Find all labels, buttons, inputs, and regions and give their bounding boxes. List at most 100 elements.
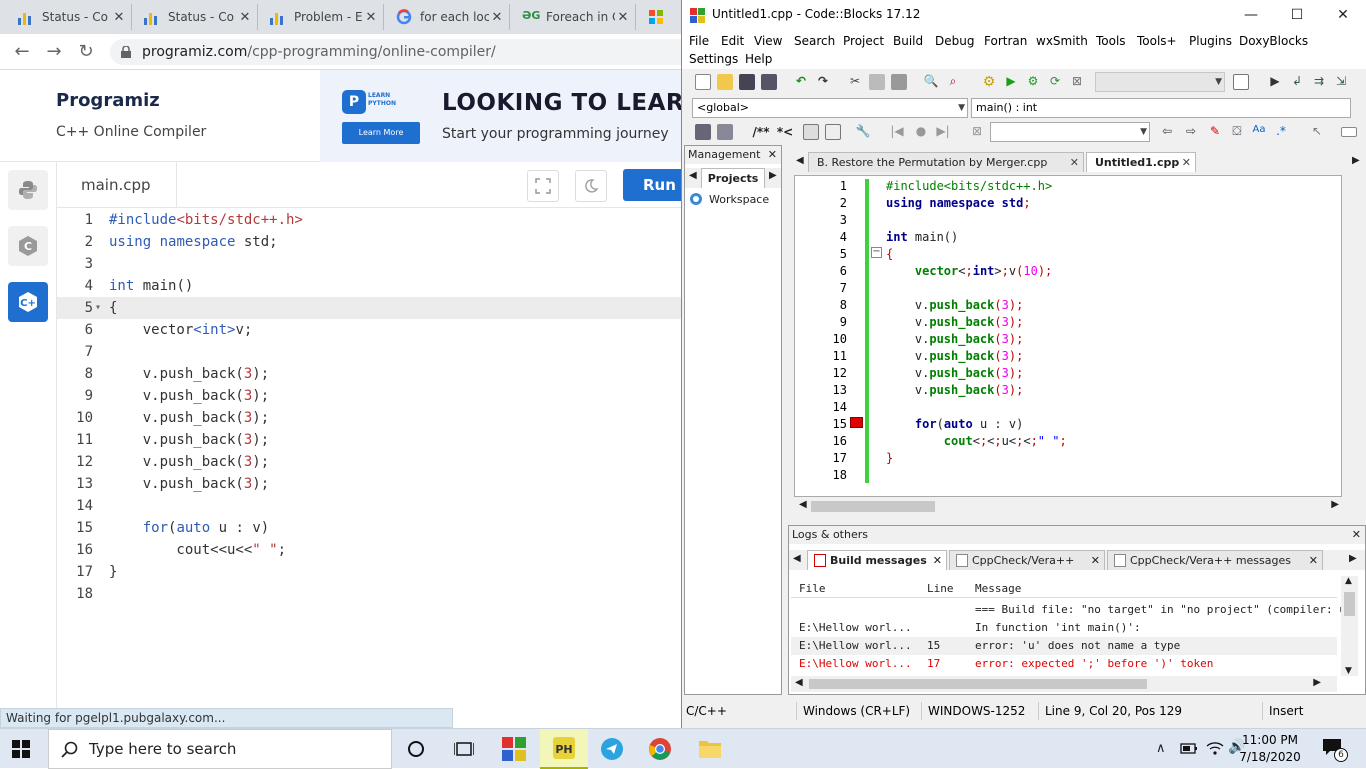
chevron-left-icon[interactable]: ◀ (795, 677, 803, 688)
chevron-left-icon[interactable]: ◀ (689, 170, 697, 181)
c-language-button[interactable]: C (8, 226, 48, 266)
menu-fortran[interactable]: Fortran (984, 32, 1027, 51)
system-clock[interactable]: 11:00 PM 7/18/2020 (1230, 732, 1310, 766)
chevron-left-icon[interactable]: ◀ (796, 155, 804, 166)
code-line[interactable]: 4 int main() (57, 275, 681, 297)
code-line[interactable]: 15 for(auto u : v) (795, 416, 1341, 433)
code-line[interactable]: 1 #include<bits/stdc++.h> (57, 209, 681, 231)
build-and-run-icon[interactable]: ⚙ (1025, 74, 1041, 90)
menu-help[interactable]: Help (745, 50, 772, 69)
chevron-down-icon[interactable]: ▼ (1345, 666, 1352, 676)
menu-settings[interactable]: Settings (689, 50, 738, 69)
new-file-icon[interactable] (695, 74, 711, 90)
reload-icon[interactable]: ↻ (74, 40, 98, 64)
close-icon[interactable]: ✕ (1070, 153, 1079, 173)
menu-tools-plus[interactable]: Tools+ (1137, 32, 1177, 51)
regex-icon[interactable]: .* (1273, 124, 1289, 140)
close-icon[interactable]: ✕ (363, 10, 379, 25)
tab-untitled1[interactable]: Untitled1.cpp ✕ (1086, 152, 1196, 172)
code-line[interactable]: 5 ▾ { (57, 297, 681, 319)
step-into-icon[interactable]: ⇲ (1333, 74, 1349, 90)
file-tab-main-cpp[interactable]: main.cpp (57, 162, 177, 208)
forward-arrow-icon[interactable]: → (42, 40, 66, 64)
start-button[interactable] (12, 740, 30, 761)
close-icon[interactable]: ✕ (111, 10, 127, 25)
log-row[interactable]: E:\Hellow worl... In function 'int main(… (791, 619, 1337, 637)
menu-wxsmith[interactable]: wxSmith (1036, 32, 1088, 51)
cut-icon[interactable]: ✂ (847, 74, 863, 90)
browser-tab[interactable]: Status - Co ✕ (8, 4, 132, 30)
code-line[interactable]: 6 vector<;int>;v(10); (795, 263, 1341, 280)
code-editor[interactable]: 1 #include<bits/stdc++.h> 2 using namespace… (57, 209, 681, 709)
match-case-icon[interactable]: Aa (1251, 124, 1267, 140)
scroll-thumb[interactable] (1344, 592, 1355, 616)
copy-icon[interactable] (869, 74, 885, 90)
next-line-icon[interactable]: ⇉ (1311, 74, 1327, 90)
close-icon[interactable]: ✕ (237, 10, 253, 25)
code-line[interactable]: 7 (795, 280, 1341, 297)
programiz-logo[interactable]: Programiz (56, 90, 160, 111)
search-next-icon[interactable]: ⇨ (1183, 124, 1199, 140)
close-icon[interactable]: ✕ (615, 10, 631, 25)
build-target-select[interactable]: ▼ (1095, 72, 1225, 92)
rebuild-icon[interactable]: ⟳ (1047, 74, 1063, 90)
code-line[interactable]: 14 (795, 399, 1341, 416)
pointer-icon[interactable]: ↖ (1309, 124, 1325, 140)
browser-tab[interactable]: ƏG Foreach in C ✕ (512, 4, 636, 30)
browser-tab[interactable]: for each loc ✕ (386, 4, 510, 30)
menu-search[interactable]: Search (794, 32, 835, 51)
scroll-thumb[interactable] (809, 679, 1147, 689)
search-prev-icon[interactable]: ⇦ (1159, 124, 1175, 140)
code-line[interactable]: 12 v.push_back(3); (795, 365, 1341, 382)
clear-search-icon[interactable]: ⊠ (969, 124, 985, 140)
open-folder-icon[interactable] (717, 74, 733, 90)
wifi-icon[interactable] (1206, 740, 1224, 759)
menu-debug[interactable]: Debug (935, 32, 974, 51)
chevron-right-icon[interactable]: ▶ (769, 170, 777, 181)
code-line[interactable]: 7 (57, 341, 681, 363)
vertical-scrollbar[interactable]: ▲ ▼ (1341, 576, 1358, 676)
doxywizard-icon[interactable] (695, 124, 711, 140)
panel-toggle-icon[interactable] (1341, 127, 1357, 137)
taskbar-file-explorer[interactable] (686, 729, 734, 769)
save-all-icon[interactable] (761, 74, 777, 90)
code-line[interactable]: 17} (57, 561, 681, 583)
code-line[interactable]: 9 v.push_back(3); (795, 314, 1341, 331)
chevron-left-icon[interactable]: ◀ (799, 499, 807, 510)
menu-file[interactable]: File (689, 32, 709, 51)
help-icon[interactable] (825, 124, 841, 140)
close-icon[interactable]: ✕ (933, 551, 942, 571)
tab-restore-permutation[interactable]: B. Restore the Permutation by Merger.cpp… (808, 152, 1084, 172)
tab-build-messages[interactable]: Build messages ✕ (807, 550, 947, 570)
code-line[interactable]: 2 using namespace std; (795, 195, 1341, 212)
taskbar-telegram[interactable] (588, 729, 636, 769)
horizontal-scrollbar[interactable]: ◀ ▶ (791, 676, 1337, 692)
code-line[interactable]: 3 (57, 253, 681, 275)
run-icon[interactable]: ▶ (1003, 74, 1019, 90)
close-icon[interactable]: ✕ (1320, 0, 1366, 31)
column-header-line[interactable]: Line (927, 580, 967, 598)
cpp-language-button[interactable]: C+ (8, 282, 48, 322)
minimize-icon[interactable]: — (1228, 0, 1274, 31)
taskbar-codeblocks[interactable] (490, 729, 538, 769)
chevron-right-icon[interactable]: ▶ (1331, 499, 1339, 510)
url-input[interactable]: programiz.com/cpp-programming/online-com… (110, 39, 681, 65)
code-line[interactable]: 16 cout<<u<<" "; (57, 539, 681, 561)
taskbar-active-app[interactable]: PH (540, 729, 588, 769)
back-arrow-icon[interactable]: ← (10, 40, 34, 64)
column-header-file[interactable]: File (799, 580, 919, 598)
code-line[interactable]: 9 v.push_back(3); (57, 385, 681, 407)
tab-cppcheck[interactable]: CppCheck/Vera++ ✕ (949, 550, 1105, 570)
code-line[interactable]: 8 v.push_back(3); (57, 363, 681, 385)
close-icon[interactable]: ✕ (1182, 153, 1191, 173)
function-select[interactable]: main() : int (971, 98, 1351, 118)
menu-view[interactable]: View (754, 32, 782, 51)
log-row[interactable]: E:\Hellow worl... 17 error: expected ';'… (791, 655, 1337, 673)
taskbar-search-input[interactable]: Type here to search (48, 729, 392, 769)
notification-center-button[interactable]: 6 (1322, 738, 1348, 762)
close-icon[interactable]: ✕ (768, 146, 777, 164)
chm-icon[interactable] (803, 124, 819, 140)
log-row[interactable]: === Build file: "no target" in "no proje… (791, 601, 1355, 619)
run-button[interactable]: Run (623, 169, 681, 201)
selection-only-icon[interactable]: ⛋ (1229, 124, 1245, 140)
